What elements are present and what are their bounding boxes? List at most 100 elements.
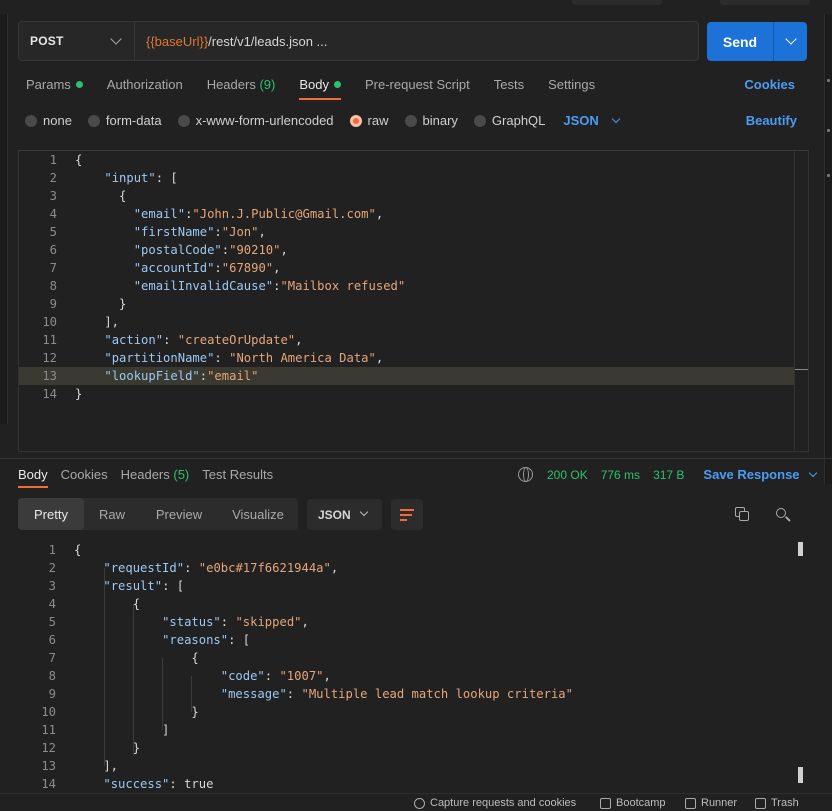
response-time[interactable]: 776 ms xyxy=(601,468,640,482)
request-bar: POST {{baseUrl}}/rest/v1/leads.json ... xyxy=(18,21,699,61)
code-line[interactable]: 5 "firstName":"Jon", xyxy=(19,223,808,241)
globe-icon[interactable] xyxy=(518,467,533,482)
code-text: { xyxy=(75,189,127,203)
send-button[interactable]: Send xyxy=(707,22,807,61)
tab-tests[interactable]: Tests xyxy=(494,77,524,97)
trash-button[interactable]: Trash xyxy=(755,797,799,809)
indent-guide xyxy=(104,568,105,766)
code-line[interactable]: 6 "reasons": [ xyxy=(18,631,809,649)
line-number: 7 xyxy=(48,651,56,665)
radio-binary[interactable]: binary xyxy=(404,113,458,128)
code-line[interactable]: 2 "requestId": "e0bc#17f6621944a", xyxy=(18,559,809,577)
beautify-button[interactable]: Beautify xyxy=(746,113,797,128)
code-line[interactable]: 14 "success": true xyxy=(18,775,809,788)
code-line[interactable]: 8 "code": "1007", xyxy=(18,667,809,685)
line-number: 10 xyxy=(42,315,57,329)
line-number: 6 xyxy=(49,243,57,257)
top-strip xyxy=(0,0,832,14)
tab-response-headers[interactable]: Headers (5) xyxy=(121,467,190,482)
search-icon[interactable] xyxy=(776,508,791,522)
radio-graphql[interactable]: GraphQL xyxy=(473,113,545,128)
tab-response-body[interactable]: Body xyxy=(18,467,48,488)
code-line[interactable]: 9 "message": "Multiple lead match lookup… xyxy=(18,685,809,703)
response-scrollbar[interactable] xyxy=(798,767,803,783)
code-line[interactable]: 1{ xyxy=(19,151,808,169)
code-line[interactable]: 2 "input": [ xyxy=(19,169,808,187)
view-mode-raw[interactable]: Raw xyxy=(84,498,140,530)
response-size[interactable]: 317 B xyxy=(653,468,684,482)
line-number: 9 xyxy=(49,297,57,311)
response-format-select[interactable]: JSON xyxy=(307,499,382,530)
code-line[interactable]: 11 ] xyxy=(18,721,809,739)
code-line[interactable]: 7 { xyxy=(18,649,809,667)
code-line[interactable]: 1{ xyxy=(18,541,809,559)
code-line[interactable]: 4 "email":"John.J.Public@Gmail.com", xyxy=(19,205,808,223)
code-line[interactable]: 13 "lookupField":"email" xyxy=(19,367,794,385)
tab-label: Pre-request Script xyxy=(364,77,470,92)
runner-button[interactable]: Runner xyxy=(685,797,737,809)
code-line[interactable]: 5 "status": "skipped", xyxy=(18,613,809,631)
url-input[interactable]: {{baseUrl}}/rest/v1/leads.json ... xyxy=(146,34,327,49)
radio-label: binary xyxy=(422,113,458,128)
chevron-down-icon xyxy=(359,507,369,517)
code-line[interactable]: 12 "partitionName": "North America Data"… xyxy=(19,349,808,367)
request-body-editor[interactable]: 1{2 "input": [3 {4 "email":"John.J.Publi… xyxy=(18,150,809,452)
cookies-link[interactable]: Cookies xyxy=(744,77,795,92)
view-mode-visualize[interactable]: Visualize xyxy=(218,498,298,530)
code-text: "reasons": [ xyxy=(162,633,251,647)
code-line[interactable]: 14} xyxy=(19,385,808,403)
line-number: 11 xyxy=(41,723,56,737)
pane-divider[interactable] xyxy=(0,458,832,459)
radio-circle-icon xyxy=(25,114,37,127)
tab-body[interactable]: Body xyxy=(299,77,341,100)
response-scrollbar[interactable] xyxy=(798,542,803,556)
tab-headers[interactable]: Headers (9) xyxy=(207,77,276,97)
code-line[interactable]: 3 "result": [ xyxy=(18,577,809,595)
tab-settings[interactable]: Settings xyxy=(548,77,595,97)
radio-raw[interactable]: raw xyxy=(349,113,389,128)
radio-none[interactable]: none xyxy=(25,113,72,128)
code-line[interactable]: 13 ], xyxy=(18,757,809,775)
tab-label: Params xyxy=(26,77,71,92)
code-line[interactable]: 10 ], xyxy=(19,313,808,331)
bootcamp-button[interactable]: Bootcamp xyxy=(600,797,666,809)
line-number: 6 xyxy=(48,633,56,647)
code-text: "success": true xyxy=(103,777,214,788)
capture-icon xyxy=(414,797,425,809)
code-text: } xyxy=(74,741,141,755)
code-line[interactable]: 6 "postalCode":"90210", xyxy=(19,241,808,259)
save-response-button[interactable]: Save Response xyxy=(703,467,817,482)
method-select[interactable]: POST xyxy=(19,22,135,60)
code-line[interactable]: 4 { xyxy=(18,595,809,613)
tab-response-cookies[interactable]: Cookies xyxy=(61,467,108,482)
code-line[interactable]: 11 "action": "createOrUpdate", xyxy=(19,331,808,349)
response-body-viewer[interactable]: 1{2 "requestId": "e0bc#17f6621944a", 3 "r… xyxy=(18,540,809,788)
radio-form-data[interactable]: form-data xyxy=(87,113,162,128)
code-line[interactable]: 12 } xyxy=(18,739,809,757)
view-mode-preview[interactable]: Preview xyxy=(140,498,218,530)
tab-pre-request-script[interactable]: Pre-request Script xyxy=(365,77,470,97)
code-line[interactable]: 3 { xyxy=(19,187,808,205)
radio-x-www-form-urlencoded[interactable]: x-www-form-urlencoded xyxy=(177,113,334,128)
raw-format-select[interactable]: JSON xyxy=(563,113,621,128)
tab-test-results[interactable]: Test Results xyxy=(202,467,273,482)
tab-authorization[interactable]: Authorization xyxy=(107,77,183,97)
code-line[interactable]: 10 } xyxy=(18,703,809,721)
wrap-lines-button[interactable] xyxy=(391,499,423,530)
code-line[interactable]: 9 } xyxy=(19,295,808,313)
tab-params[interactable]: Params xyxy=(26,77,83,97)
url-path: /rest/v1/leads.json ... xyxy=(208,34,328,49)
code-text: "postalCode":"90210", xyxy=(133,243,288,257)
copy-icon[interactable] xyxy=(735,507,750,522)
code-line[interactable]: 7 "accountId":"67890", xyxy=(19,259,808,277)
capture-requests-button[interactable]: Capture requests and cookies xyxy=(414,797,576,809)
chevron-down-icon[interactable] xyxy=(774,22,807,61)
code-text: "status": "skipped", xyxy=(162,615,309,629)
left-sidebar-edge xyxy=(0,14,8,424)
code-line[interactable]: 8 "emailInvalidCause":"Mailbox refused" xyxy=(19,277,808,295)
code-text: ] xyxy=(74,723,170,737)
radio-label: x-www-form-urlencoded xyxy=(195,113,334,128)
status-code[interactable]: 200 OK xyxy=(547,468,588,482)
view-mode-pretty[interactable]: Pretty xyxy=(18,498,84,530)
url-variable: {{baseUrl}} xyxy=(146,34,209,49)
